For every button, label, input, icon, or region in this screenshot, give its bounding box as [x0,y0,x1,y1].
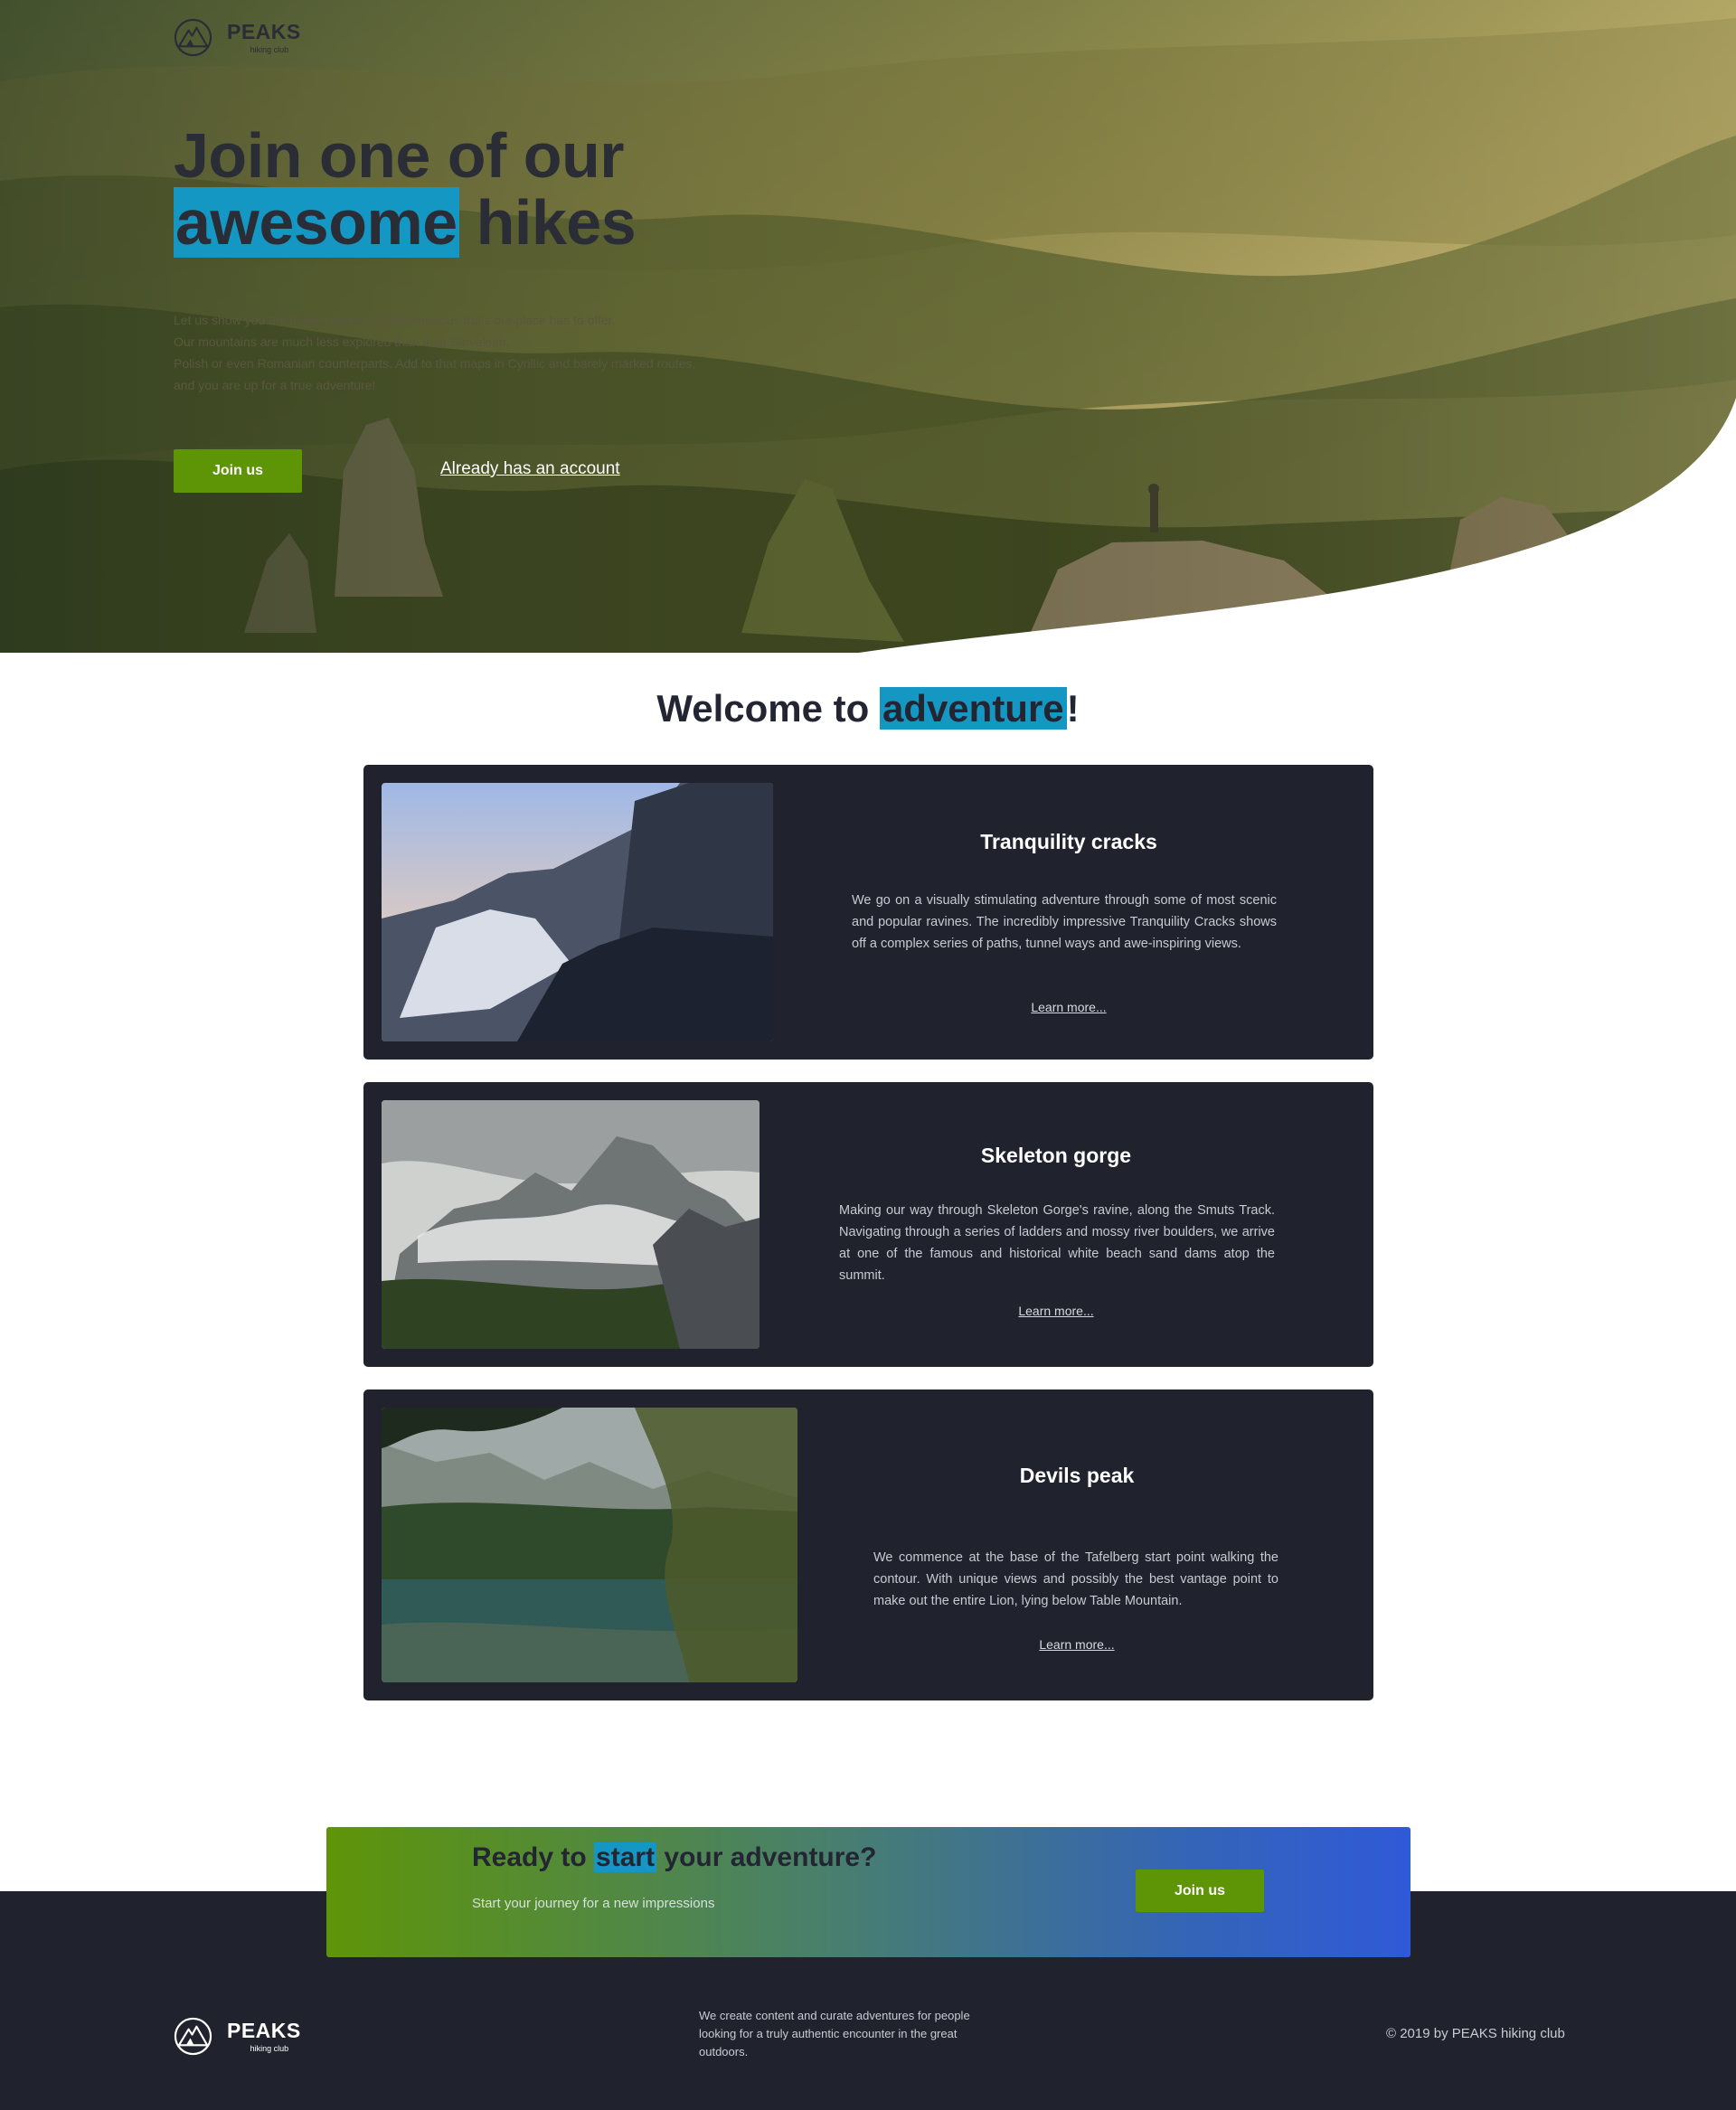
already-have-account-link[interactable]: Already has an account [440,459,620,479]
mountain-logo-icon [174,18,212,57]
hike-card-image [382,1408,797,1682]
hero-join-button[interactable]: Join us [174,449,302,493]
learn-more-link[interactable]: Learn more... [878,1637,1276,1652]
mountain-lake-image [382,1408,797,1682]
hike-card-description: We commence at the base of the Tafelberg… [873,1550,1278,1608]
learn-more-link[interactable]: Learn more... [857,1304,1255,1318]
logo-subtitle: hiking club [250,2043,289,2053]
hike-card-tranquility-cracks: Tranquility cracks We go on a visually s… [363,765,1373,1060]
cloudy-mountain-image [382,1100,760,1349]
hero-title: Join one of our awesome hikes [174,120,637,258]
logo-subtitle: hiking club [250,44,289,54]
footer-copyright: © 2019 by PEAKS hiking club [1386,2026,1565,2041]
cta-title-prefix: Ready to [472,1842,595,1872]
hike-card-title: Skeleton gorge [980,1144,1132,1167]
cta-subtitle: Start your journey for a new impressions [472,1896,715,1911]
hero-title-rest: hikes [458,187,637,258]
welcome-prefix: Welcome to [656,687,880,730]
hike-card-description: We go on a visually stimulating adventur… [852,893,1277,951]
hero-title-line1: Join one of our [174,120,625,191]
cta-title-highlight: start [594,1842,657,1872]
cta-join-button[interactable]: Join us [1136,1870,1264,1912]
footer-logo[interactable]: PEAKS hiking club [174,2017,301,2056]
hero-text-line: Let us show you the hidden gems and adve… [174,313,616,327]
welcome-suffix: ! [1066,687,1080,730]
hike-card-title: Tranquility cracks [980,830,1157,853]
hero-text-line: Polish or even Romanian counterparts. Ad… [174,356,696,371]
snowy-mountain-image [382,783,773,1041]
site-logo[interactable]: PEAKS hiking club [174,18,301,57]
cta-banner: Ready to start your adventure? Start you… [326,1827,1410,1957]
hike-card-image [382,1100,760,1349]
hike-card-title: Devils peak [1019,1464,1135,1487]
hero-text-line: Our mountains are much less explored tha… [174,334,510,349]
footer-description: We create content and curate adventures … [699,2009,970,2058]
hero-description: Let us show you the hidden gems and adve… [174,309,788,396]
learn-more-link[interactable]: Learn more... [870,1000,1268,1014]
mountain-logo-icon [174,2017,212,2056]
hero-title-highlight: awesome [174,187,459,258]
logo-name: PEAKS [227,2018,301,2042]
cta-title: Ready to start your adventure? [472,1836,876,1879]
hike-card-description: Making our way through Skeleton Gorge's … [839,1203,1275,1283]
welcome-highlight: adventure [879,687,1067,730]
logo-name: PEAKS [227,19,301,43]
hike-card-skeleton-gorge: Skeleton gorge Making our way through Sk… [363,1082,1373,1367]
hike-card-image [382,783,773,1041]
hike-card-devils-peak: Devils peak We commence at the base of t… [363,1389,1373,1700]
welcome-heading: Welcome to adventure! [0,685,1736,732]
hero-section: PEAKS hiking club Join one of our awesom… [0,0,1736,653]
cta-title-suffix: your adventure? [656,1842,877,1872]
hero-text-line: and you are up for a true adventure! [174,378,376,392]
